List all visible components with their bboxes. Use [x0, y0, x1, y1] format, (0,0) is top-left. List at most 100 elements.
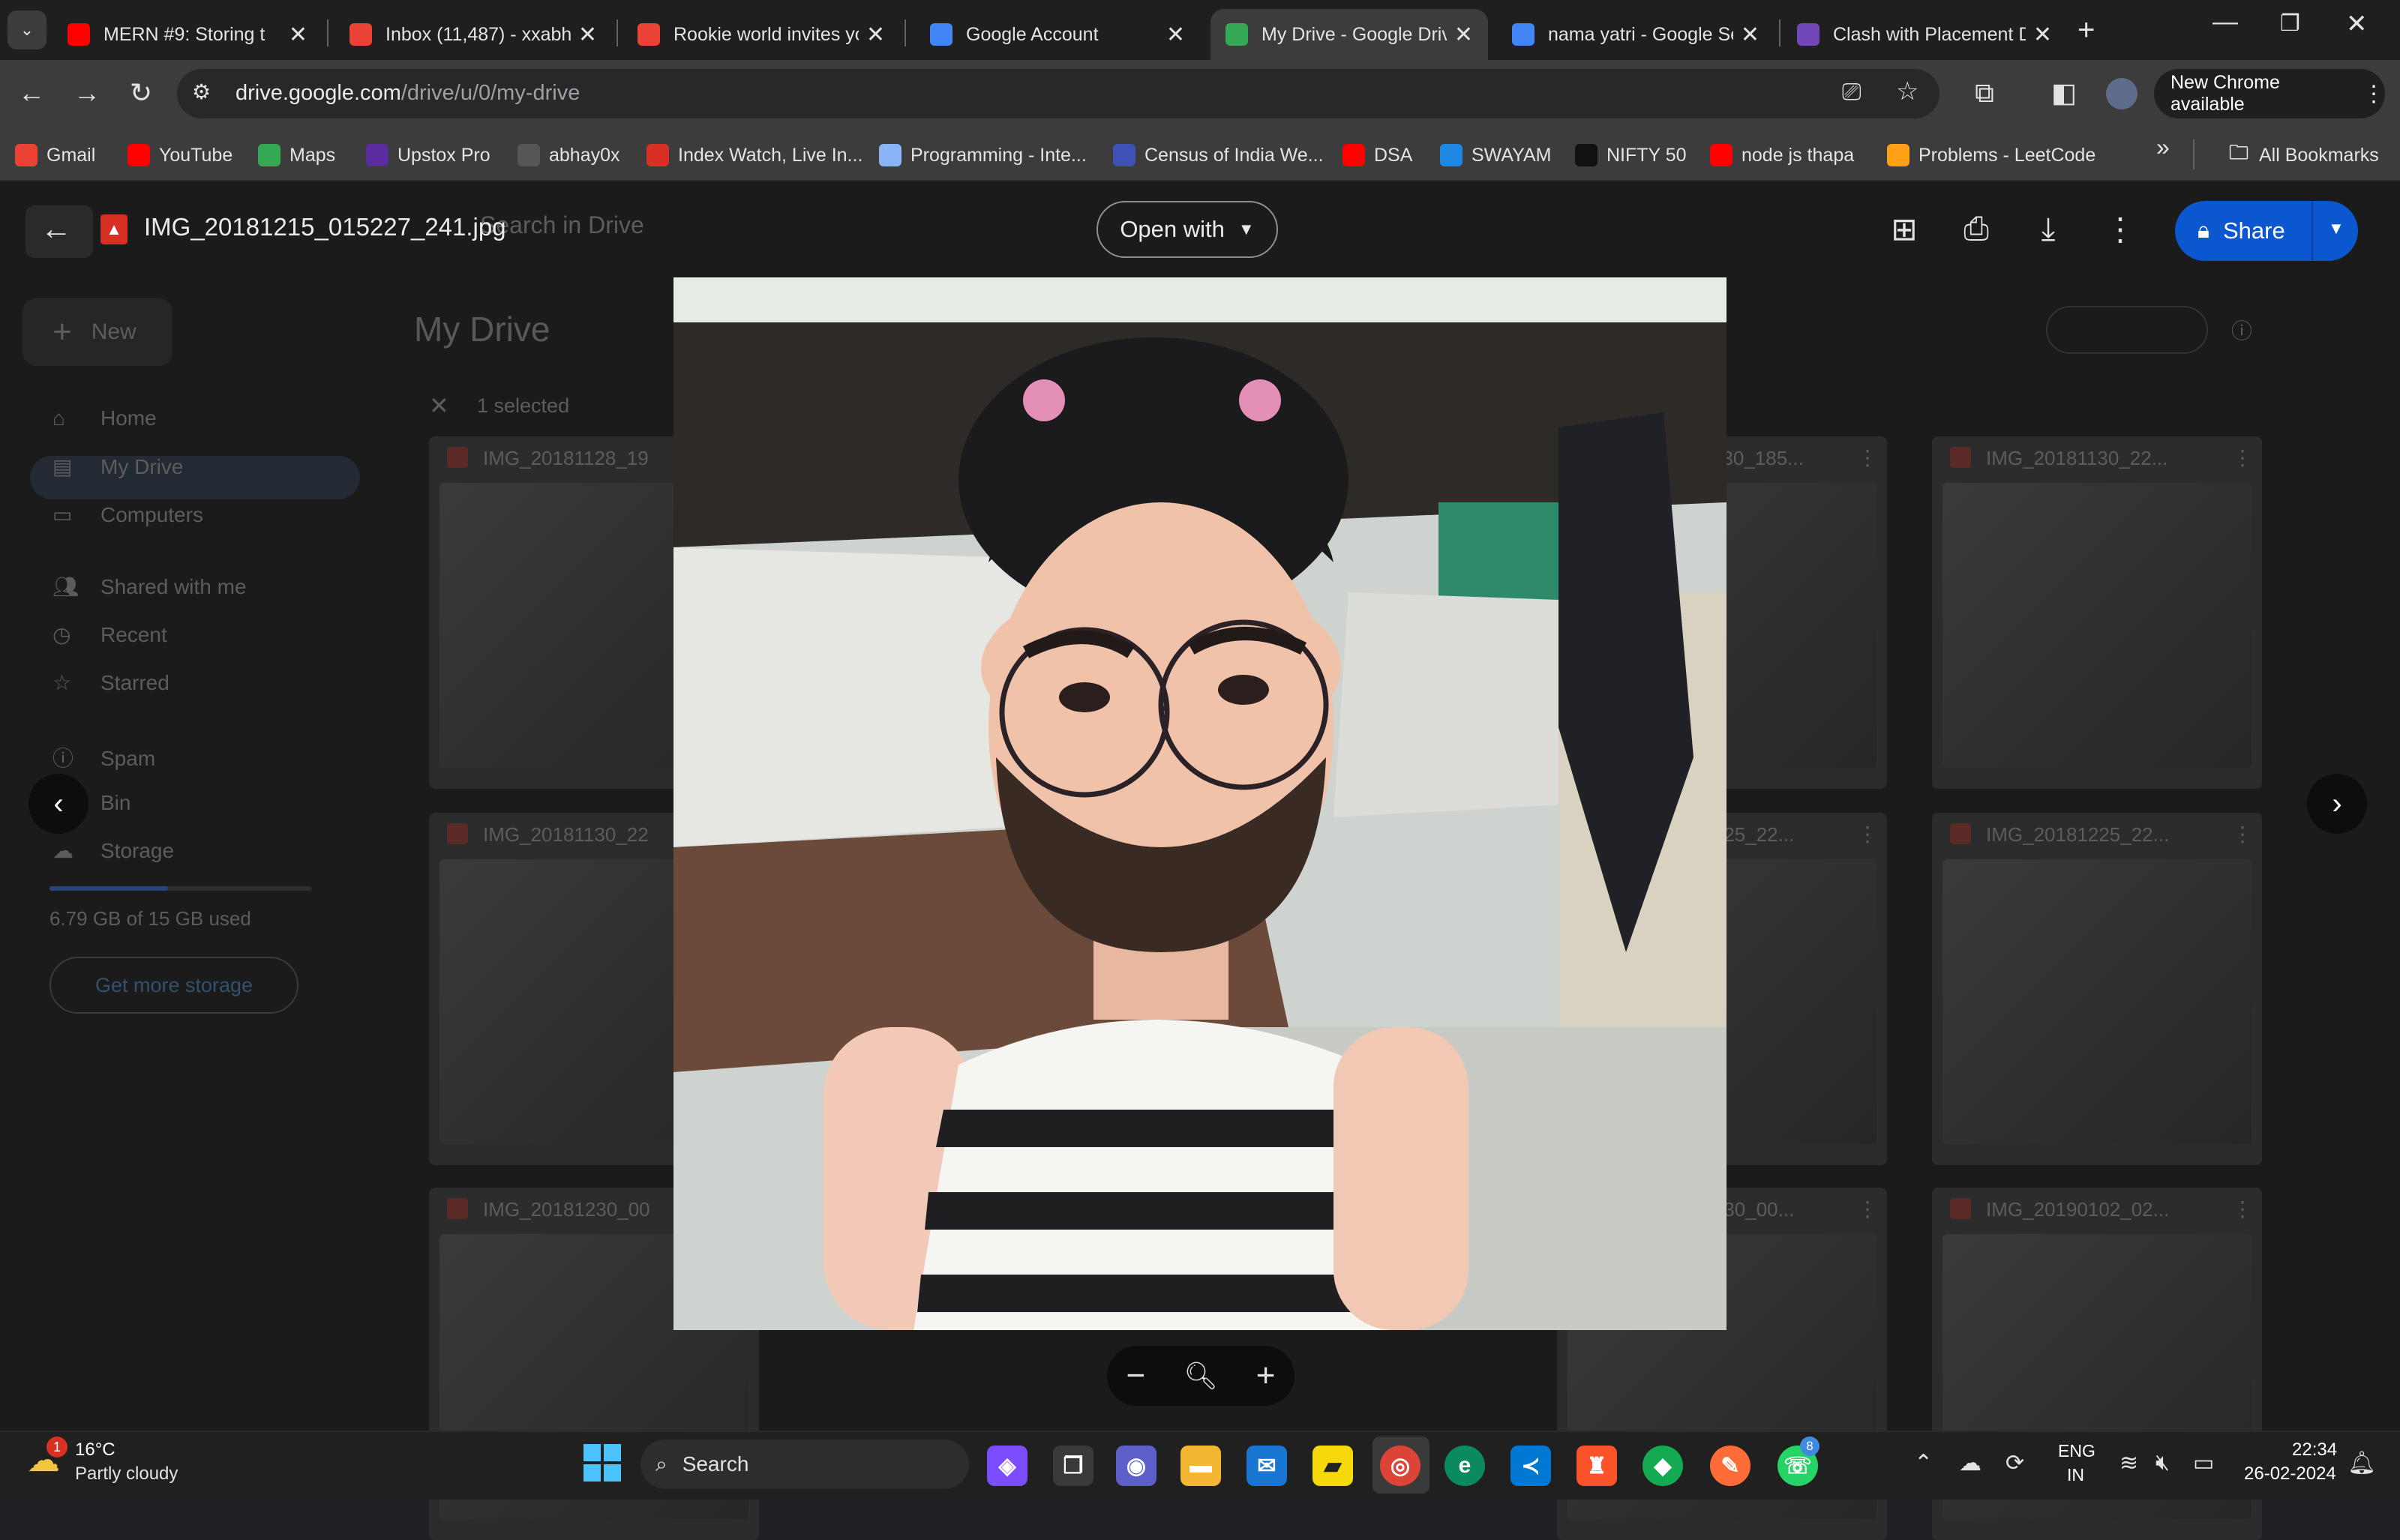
tab-search-button[interactable]: ⌄ — [8, 10, 46, 49]
file-explorer-icon[interactable]: ▬ — [1180, 1446, 1221, 1486]
sidebar-item[interactable]: ☁ Storage — [52, 838, 174, 863]
chrome-icon[interactable]: ◎ — [1380, 1446, 1420, 1486]
zoom-icon[interactable]: 🔍︎ — [1184, 1360, 1218, 1392]
extensions-icon[interactable]: ⧉ — [1964, 72, 2006, 114]
bookmark-item[interactable]: Upstox Pro — [366, 139, 490, 171]
notification-bell-icon[interactable]: 🔔︎ — [2348, 1450, 2376, 1476]
close-tab-icon[interactable]: ✕ — [289, 22, 308, 48]
bookmark-item[interactable]: abhay0x — [518, 139, 620, 171]
sticky-notes-icon[interactable]: ▰ — [1312, 1446, 1353, 1486]
region-code[interactable]: IN — [2067, 1465, 2084, 1485]
view-toggle[interactable] — [2046, 306, 2208, 354]
share-caret-icon[interactable]: ▼ — [2328, 219, 2344, 238]
bookmark-item[interactable]: Gmail — [15, 139, 95, 171]
new-chrome-button[interactable]: New Chrome available ⋮ — [2154, 69, 2385, 118]
bookmark-item[interactable]: Census of India We... — [1113, 139, 1324, 171]
bookmark-item[interactable]: Problems - LeetCode — [1887, 139, 2096, 171]
bookmark-star-icon[interactable]: ☆ — [1896, 76, 1918, 106]
next-image-button[interactable]: › — [2307, 774, 2367, 834]
bookmark-item[interactable]: DSA — [1342, 139, 1412, 171]
taskbar-search[interactable]: ⌕ Search — [640, 1440, 969, 1489]
close-tab-icon[interactable]: ✕ — [2033, 22, 2052, 48]
close-window-button[interactable]: ✕ — [2346, 9, 2368, 39]
wifi-icon[interactable]: ≋ — [2120, 1450, 2138, 1476]
close-tab-icon[interactable]: ✕ — [866, 22, 885, 48]
zoom-in-icon[interactable]: + — [1256, 1357, 1276, 1395]
sidebar-item[interactable]: ⌂ Home — [52, 406, 157, 430]
more-icon[interactable]: ⋮ — [2232, 1197, 2253, 1221]
close-tab-icon[interactable]: ✕ — [1454, 22, 1473, 48]
mongodb-icon[interactable]: ◆ — [1642, 1446, 1683, 1486]
side-panel-icon[interactable]: ◧ — [2043, 72, 2085, 114]
bookmark-item[interactable]: Index Watch, Live In... — [646, 139, 862, 171]
postman-icon[interactable]: ✎ — [1710, 1446, 1750, 1486]
tab[interactable]: Google Account ✕ — [915, 9, 1200, 60]
show-hidden-icons[interactable]: ⌃ — [1914, 1450, 1933, 1476]
more-icon[interactable]: ⋮ — [1857, 1197, 1878, 1221]
sidebar-item[interactable]: ◷ Recent — [52, 622, 167, 647]
bookmark-item[interactable]: Programming - Inte... — [879, 139, 1087, 171]
tab[interactable]: Clash with Placement D ✕ — [1782, 9, 2067, 60]
new-tab-button[interactable]: + — [2078, 13, 2095, 47]
sidebar-item[interactable]: ⓘ Spam — [52, 742, 155, 772]
restore-button[interactable]: ❐ — [2280, 10, 2300, 37]
address-bar[interactable]: ⚙ drive.google.com/drive/u/0/my-drive ⎚ … — [177, 69, 1940, 118]
mail-icon[interactable]: ✉ — [1246, 1446, 1287, 1486]
site-info-icon[interactable]: ⚙ — [192, 79, 211, 104]
tab[interactable]: Rookie world invites yo ✕ — [622, 9, 900, 60]
close-tab-icon[interactable]: ✕ — [1741, 22, 1760, 48]
forward-icon[interactable]: → — [66, 72, 108, 114]
tab[interactable]: My Drive - Google Driv ✕ — [1210, 9, 1488, 60]
more-actions-icon[interactable]: ⋮ — [2094, 202, 2146, 255]
vscode-icon[interactable]: ≺ — [1510, 1446, 1551, 1486]
tab[interactable]: MERN #9: Storing t ✕ — [52, 9, 322, 60]
more-icon[interactable]: ⋮ — [1857, 822, 1878, 846]
bookmark-item[interactable]: YouTube — [128, 139, 232, 171]
more-icon[interactable]: ⋮ — [1857, 445, 1878, 470]
previous-image-button[interactable]: ‹ — [28, 774, 88, 834]
get-more-storage-button[interactable]: Get more storage — [50, 957, 298, 1014]
profile-avatar[interactable] — [2106, 78, 2138, 109]
task-view-icon[interactable]: ❐ — [1053, 1446, 1094, 1486]
share-button[interactable]: 🔒︎ Share ▼ — [2175, 201, 2358, 261]
close-viewer-icon[interactable]: ← — [30, 202, 82, 255]
windows-start-icon[interactable] — [584, 1444, 621, 1482]
file-card[interactable]: IMG_20181225_22... ⋮ — [1932, 813, 2262, 1165]
copilot-icon[interactable]: ◈ — [987, 1446, 1028, 1486]
onedrive-icon[interactable]: ☁ — [1959, 1450, 1982, 1476]
install-app-icon[interactable]: ⎚ — [1842, 78, 1862, 106]
bookmark-item[interactable]: node js thapa — [1710, 139, 1854, 171]
reload-icon[interactable]: ↻ — [120, 72, 162, 114]
zoom-out-icon[interactable]: − — [1126, 1357, 1145, 1395]
clear-selection-icon[interactable]: ✕ — [429, 391, 449, 420]
more-icon[interactable]: ⋮ — [2232, 445, 2253, 470]
clock-time[interactable]: 22:34 — [2292, 1440, 2337, 1461]
battery-icon[interactable]: ▭ — [2193, 1450, 2214, 1476]
edge-icon[interactable]: e — [1444, 1446, 1485, 1486]
all-bookmarks[interactable]: 🗀 All Bookmarks — [2228, 139, 2379, 171]
minimize-button[interactable]: — — [2212, 7, 2238, 37]
info-icon[interactable]: ⓘ — [2231, 315, 2252, 345]
add-comment-icon[interactable]: ⊞ — [1878, 202, 1930, 255]
clock-date[interactable]: 26-02-2024 — [2244, 1464, 2336, 1485]
bookmark-item[interactable]: NIFTY 50 — [1575, 139, 1687, 171]
print-icon[interactable]: ⎙ — [1950, 202, 2002, 255]
file-card[interactable]: IMG_20181130_22... ⋮ — [1932, 436, 2262, 789]
back-icon[interactable]: ← — [10, 72, 52, 114]
sidebar-item[interactable]: 👥︎ Shared with me — [52, 574, 247, 599]
close-tab-icon[interactable]: ✕ — [578, 22, 597, 48]
teams-icon[interactable]: ◉ — [1116, 1446, 1156, 1486]
more-icon[interactable]: ⋮ — [2232, 822, 2253, 846]
tab[interactable]: nama yatri - Google Se ✕ — [1497, 9, 1774, 60]
volume-muted-icon[interactable]: 🔇︎ — [2156, 1450, 2170, 1476]
sidebar-item[interactable]: ▭ Computers — [52, 502, 203, 527]
language-code[interactable]: ENG — [2058, 1441, 2096, 1461]
open-with-button[interactable]: Open with ▼ — [1096, 201, 1278, 258]
brave-icon[interactable]: ♜ — [1576, 1446, 1617, 1486]
more-bookmarks-icon[interactable]: » — [2156, 133, 2170, 161]
tab[interactable]: Inbox (11,487) - xxabhi ✕ — [334, 9, 612, 60]
close-tab-icon[interactable]: ✕ — [1166, 22, 1185, 48]
download-icon[interactable]: ⤓ — [2022, 202, 2074, 255]
sidebar-item[interactable]: ▤ My Drive — [52, 454, 183, 479]
bookmark-item[interactable]: Maps — [258, 139, 335, 171]
